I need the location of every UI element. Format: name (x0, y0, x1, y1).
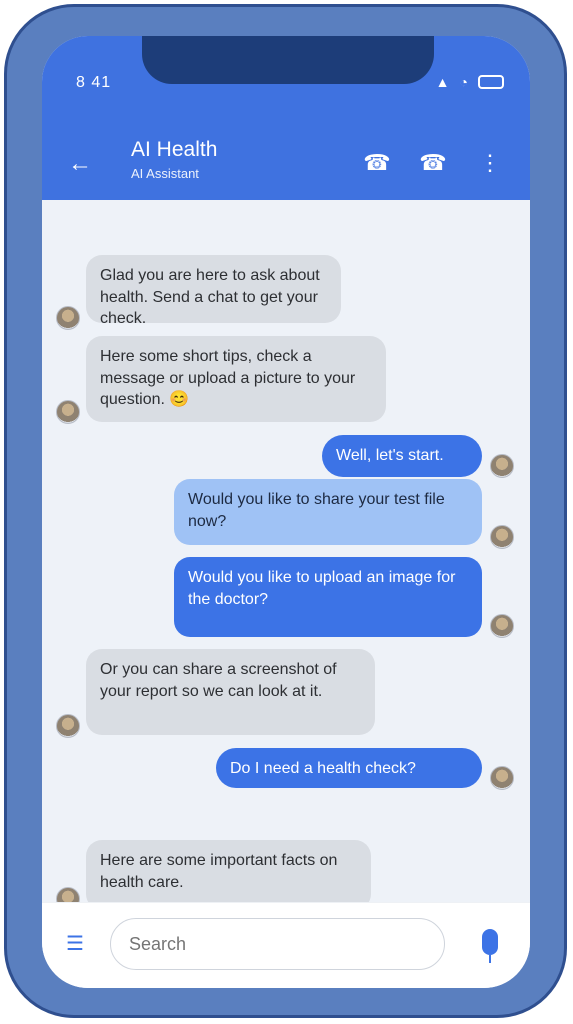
signal-icon: ▲ (435, 74, 450, 90)
chat-title: AI Health (131, 138, 218, 161)
avatar (490, 454, 514, 478)
chat-subtitle: AI Assistant (131, 166, 199, 181)
avatar (490, 614, 514, 638)
more-button[interactable]: ⋮ (473, 146, 507, 180)
message-bubble-incoming: Or you can share a screenshot of your re… (86, 649, 375, 735)
message-bubble-outgoing: Well, let's start. (322, 435, 482, 477)
phone-icon: ☎ (419, 150, 447, 175)
avatar (56, 306, 80, 330)
avatar (56, 400, 80, 424)
message-bubble-outgoing: Would you like to upload an image for th… (174, 557, 482, 637)
smile-emoji-icon: 😊 (169, 391, 190, 409)
video-call-button[interactable]: ☎ (416, 146, 450, 180)
message-bubble-incoming: Here some short tips, check a message or… (86, 336, 386, 422)
message-bubble-outgoing: Do I need a health check? (216, 748, 482, 788)
app-bar: ← AI Health AI Assistant ☎ ☎ ⋮ (42, 134, 530, 200)
mic-stem (489, 955, 491, 963)
mic-icon[interactable] (482, 929, 498, 955)
more-vert-icon: ⋮ (479, 150, 501, 175)
status-icons: ▲ ◔ (436, 74, 504, 90)
battery-icon (478, 75, 504, 89)
menu-icon[interactable]: ☰ (66, 931, 84, 956)
status-time: 8 41 (76, 74, 112, 91)
status-bar: 8 41 ▲ ◔ (42, 36, 530, 134)
notch (142, 36, 434, 84)
avatar (490, 766, 514, 790)
search-input[interactable] (110, 918, 445, 970)
message-text: Here some short tips, check a message or… (100, 348, 356, 409)
back-button[interactable]: ← (64, 148, 96, 180)
message-bubble-incoming: Here are some important facts on health … (86, 840, 371, 910)
screen: 8 41 ▲ ◔ ← AI Health AI Assistant ☎ ☎ ⋮ … (42, 36, 530, 988)
composer: ☰ (42, 902, 530, 988)
phone-icon: ☎ (363, 150, 391, 175)
wifi-icon: ◔ (459, 74, 468, 90)
avatar (56, 714, 80, 738)
back-arrow-icon: ← (68, 150, 92, 177)
message-bubble-incoming: Glad you are here to ask about health. S… (86, 255, 341, 327)
avatar (490, 525, 514, 549)
call-button[interactable]: ☎ (360, 146, 394, 180)
chat-area: Glad you are here to ask about health. S… (42, 200, 530, 911)
message-bubble-outgoing: Would you like to share your test file n… (174, 479, 482, 545)
